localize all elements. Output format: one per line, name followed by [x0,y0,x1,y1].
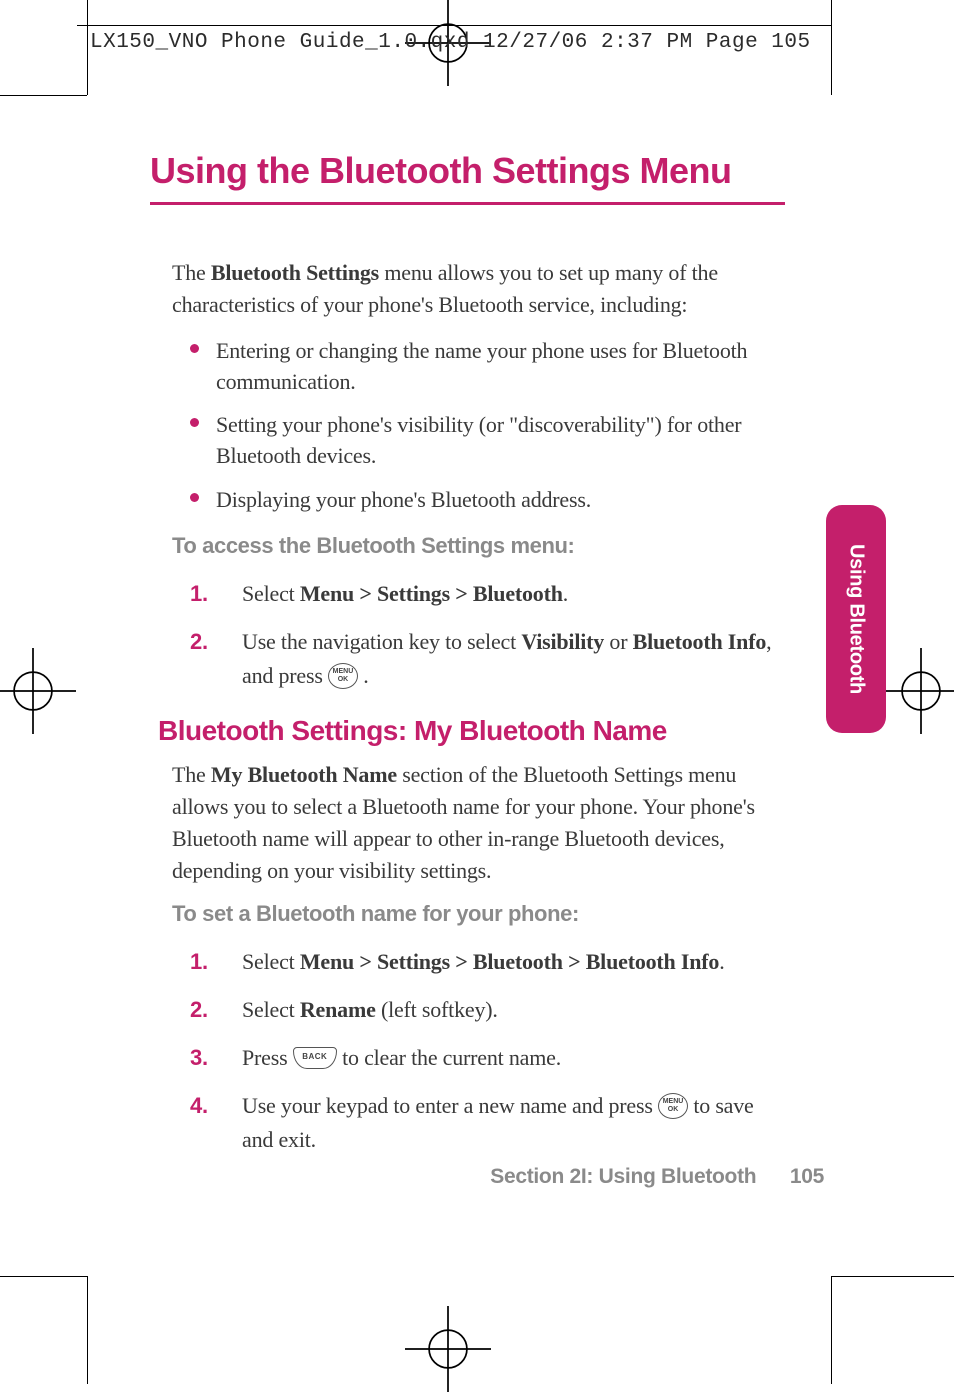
text-bold: Rename [300,997,376,1022]
registration-mark-icon [405,1306,491,1392]
text: Select [242,949,300,974]
registration-mark-icon [0,648,76,734]
procedure-steps: Select Menu > Settings > Bluetooth > Blu… [172,945,775,1157]
list-item: Setting your phone's visibility (or "dis… [172,409,775,471]
print-header: LX150_VNO Phone Guide_1.0.qxd 12/27/06 2… [90,31,811,54]
step: Select Rename (left softkey). [190,993,775,1027]
registration-mark-icon [878,648,954,734]
key-label: OK [668,1106,679,1113]
crop-mark [0,95,87,96]
crop-mark [0,1276,87,1277]
menu-ok-key-icon: MENUOK [328,663,358,689]
text-bold: Bluetooth Info [633,629,767,654]
list-item: Entering or changing the name your phone… [172,335,775,397]
step: Select Menu > Settings > Bluetooth > Blu… [190,945,775,979]
step: Use your keypad to enter a new name and … [190,1089,775,1157]
crop-mark [831,1276,954,1277]
key-label: MENU [333,668,354,675]
text-bold: Visibility [521,629,604,654]
text: Use the navigation key to select [242,629,521,654]
step: Use the navigation key to select Visibil… [190,625,775,693]
page-footer: Section 2I: Using Bluetooth 105 [490,1165,824,1189]
list-item: Displaying your phone's Bluetooth addres… [172,484,775,515]
text: The [172,260,211,285]
text: . [719,949,724,974]
procedure-steps: Select Menu > Settings > Bluetooth. Use … [172,577,775,693]
key-label: MENU [663,1098,684,1105]
page-number: 105 [790,1165,824,1188]
page-title: Using the Bluetooth Settings Menu [150,150,785,205]
step: Select Menu > Settings > Bluetooth. [190,577,775,611]
text: . [358,663,369,688]
section-heading: Bluetooth Settings: My Bluetooth Name [158,715,785,747]
section-tab: Using Bluetooth [826,505,886,733]
text: Select [242,997,300,1022]
crop-mark [87,0,88,95]
intro-paragraph: The Bluetooth Settings menu allows you t… [172,257,775,321]
text: Press [242,1045,293,1070]
text-bold: Menu > Settings > Bluetooth [300,581,563,606]
crop-mark [831,0,832,95]
text: Use your keypad to enter a new name and … [242,1093,658,1118]
back-key-icon: BACK [293,1047,337,1069]
section-paragraph: The My Bluetooth Name section of the Blu… [172,759,775,887]
text: Select [242,581,300,606]
text-bold: Bluetooth Settings [211,260,379,285]
text: (left softkey). [376,997,498,1022]
crop-mark [87,1276,88,1384]
feature-list: Entering or changing the name your phone… [172,335,775,515]
crop-mark [831,1276,832,1384]
menu-ok-key-icon: MENUOK [658,1093,688,1119]
procedure-heading: To set a Bluetooth name for your phone: [172,901,775,927]
text: to clear the current name. [342,1045,561,1070]
text-bold: My Bluetooth Name [211,762,397,787]
text: The [172,762,211,787]
step: Press BACK to clear the current name. [190,1041,775,1075]
footer-section-label: Section 2I: Using Bluetooth [490,1165,756,1188]
key-label: OK [338,676,349,683]
text-bold: Menu > Settings > Bluetooth > Bluetooth … [300,949,719,974]
text: or [604,629,633,654]
page-content: Using the Bluetooth Settings Menu The Bl… [150,150,785,1200]
text: . [563,581,568,606]
procedure-heading: To access the Bluetooth Settings menu: [172,533,775,559]
